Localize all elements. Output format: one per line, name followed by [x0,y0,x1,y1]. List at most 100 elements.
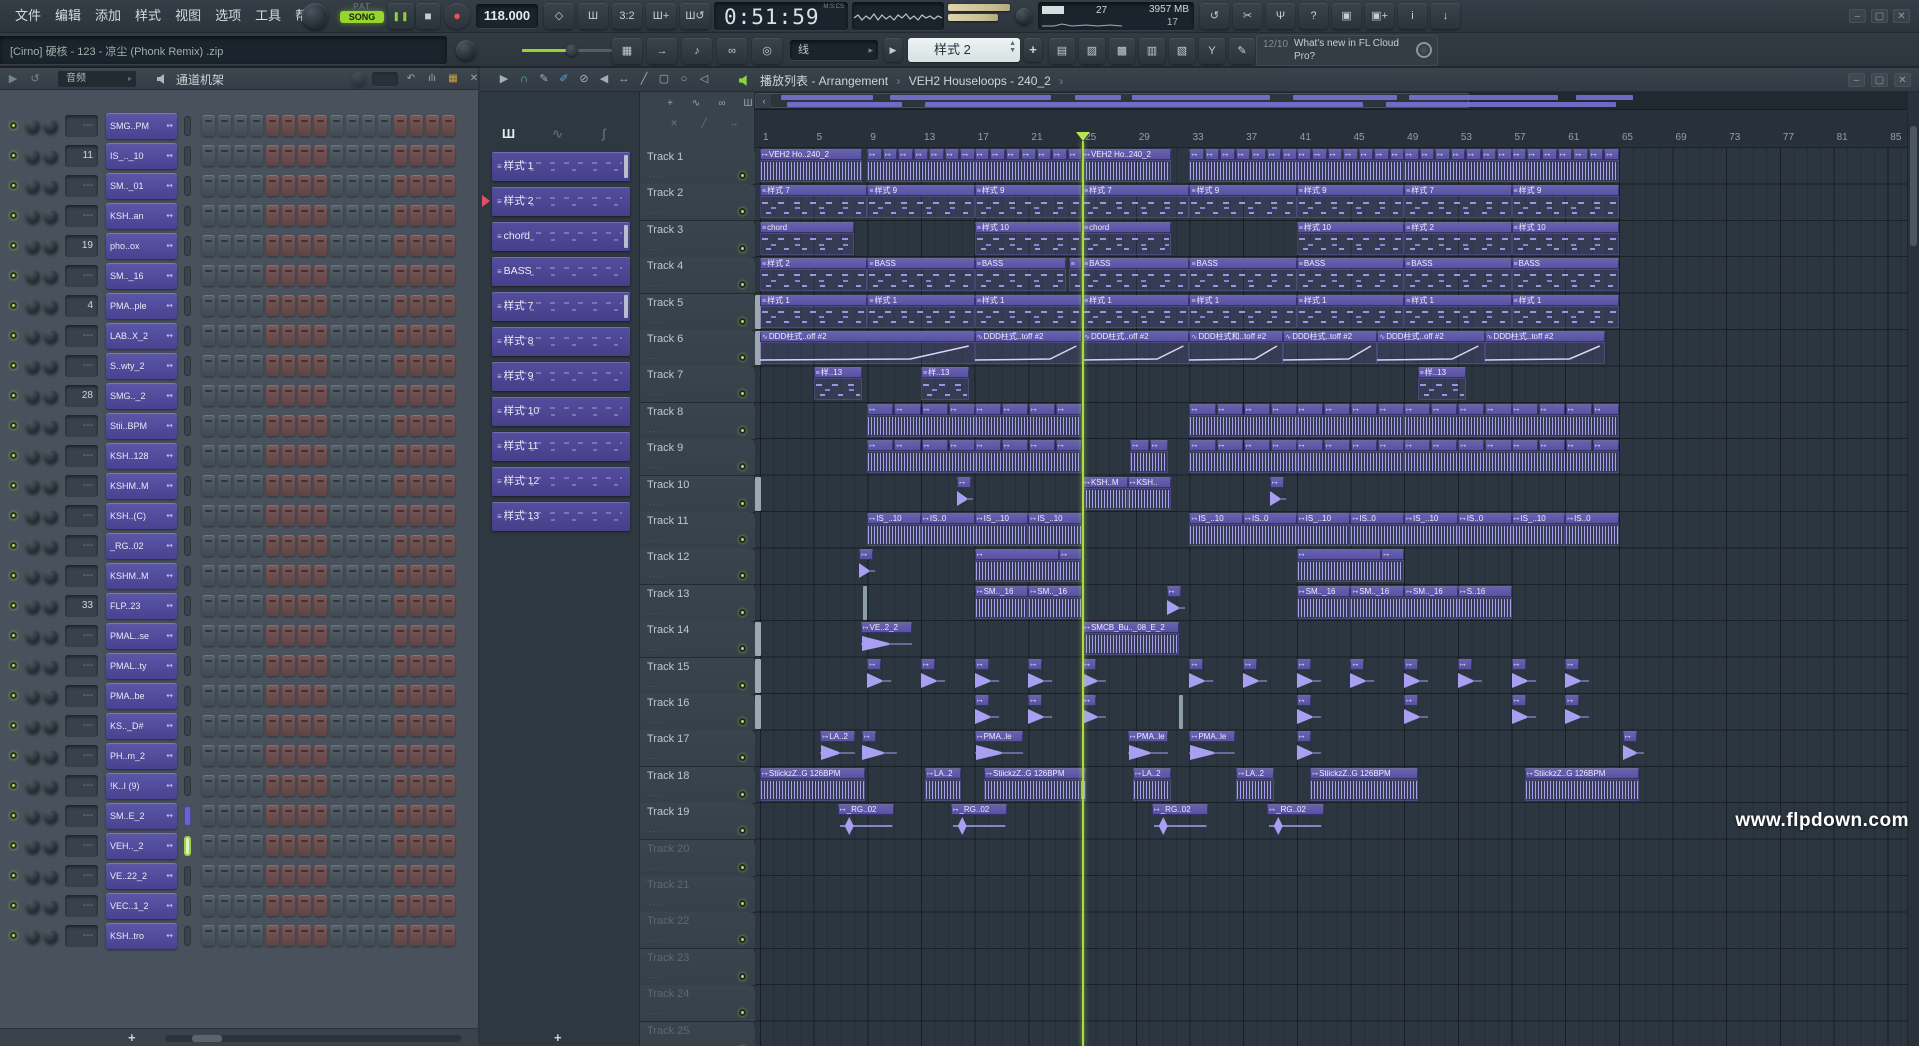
step-cell[interactable] [298,865,311,886]
step-cell[interactable] [442,565,455,586]
step-cell[interactable] [202,925,215,946]
channel-pan-knob[interactable] [26,179,40,193]
clip-header[interactable]: ↦IS..0 [1458,513,1512,524]
step-cell[interactable] [202,865,215,886]
spinner-icon[interactable]: ▲▼ [1009,40,1016,54]
step-cell[interactable] [330,895,343,916]
step-cell[interactable] [346,115,359,136]
step-cell[interactable] [202,355,215,376]
step-cell[interactable] [266,265,279,286]
clip-header[interactable]: ≡样式 9 [1297,185,1404,196]
channel-volume-knob[interactable] [44,509,58,523]
channel-number-badge[interactable]: --- [65,685,98,707]
step-cell[interactable] [394,745,407,766]
clip-header[interactable]: ↦ [1565,659,1579,670]
step-cell[interactable] [314,685,327,706]
channel-number-badge[interactable]: --- [65,115,98,137]
clip-header[interactable]: ↦ [1404,404,1430,415]
step-cell[interactable] [250,295,263,316]
step-cell[interactable] [410,205,423,226]
clip-IS_..10[interactable]: ↦IS_..10 [1028,513,1082,547]
channel-button-SMG.._2[interactable]: SMG.._2↭ [106,383,177,409]
channel-volume-knob[interactable] [44,419,58,433]
step-cell[interactable] [266,385,279,406]
pattern-item-chord[interactable]: ≡chord [492,222,630,251]
step-cell[interactable] [218,295,231,316]
clip-IS..0[interactable]: ↦IS..0 [921,513,975,547]
typing-piano-icon[interactable]: Ш [578,3,608,29]
step-cell[interactable] [378,625,391,646]
step-cell[interactable] [330,805,343,826]
clip-header[interactable]: ↦ [1297,149,1311,160]
channel-target-selector[interactable] [184,296,191,316]
step-cell[interactable] [298,145,311,166]
step-cell[interactable] [330,595,343,616]
clip-header[interactable]: ≡BASS [1082,258,1189,269]
step-cell[interactable] [298,415,311,436]
step-cell[interactable] [426,715,439,736]
track-header-2[interactable]: Track 2··· [640,184,755,221]
channel-target-selector[interactable] [184,686,191,706]
step-cell[interactable] [362,925,375,946]
step-cell[interactable] [202,655,215,676]
clip-header[interactable]: ∿DDD柱式..toff #2 [975,331,1082,342]
clip-blip[interactable]: ↦ [975,695,999,729]
clip-样..13[interactable]: ≡样..13 [921,367,969,401]
step-cell[interactable] [202,295,215,316]
step-cell[interactable] [378,415,391,436]
step-cell[interactable] [234,595,247,616]
clip-header[interactable]: ↦ [1527,149,1541,160]
channel-pan-knob[interactable] [26,839,40,853]
menu-视图[interactable]: 视图 [168,0,208,32]
step-cell[interactable] [410,175,423,196]
record-button[interactable]: ● [444,3,470,29]
step-cell[interactable] [218,415,231,436]
clip-DDD柱式和..toff #2[interactable]: ∿DDD柱式和..toff #2 [1189,331,1283,365]
step-cell[interactable] [330,565,343,586]
clip-header[interactable]: ↦ [1267,149,1281,160]
clip-header[interactable]: ↦ [1150,440,1168,451]
clip-header[interactable]: ↦ [1029,404,1055,415]
step-cell[interactable] [314,535,327,556]
step-cell[interactable] [282,715,295,736]
clip-LA..2[interactable]: ↦LA..2 [1133,768,1171,802]
channel-volume-knob[interactable] [44,719,58,733]
step-cell[interactable] [314,595,327,616]
channel-volume-knob[interactable] [44,209,58,223]
step-cell[interactable] [426,805,439,826]
cut-small-icon[interactable]: ✕ [664,118,684,129]
step-cell[interactable] [250,805,263,826]
step-cell[interactable] [202,235,215,256]
clip-a[interactable]: ↦ [1381,549,1404,583]
step-cell[interactable] [218,445,231,466]
clip-样式 9[interactable]: ≡样式 9 [1189,185,1296,219]
track-enable-led[interactable] [739,936,746,943]
channel-number-badge[interactable]: --- [65,775,98,797]
channel-volume-knob[interactable] [44,539,58,553]
clip-blip[interactable]: ↦ [1512,695,1536,729]
paint-icon[interactable]: ✐ [554,68,574,91]
breadcrumb-root[interactable]: 播放列表 - Arrangement [760,74,888,88]
channel-enable-led[interactable] [10,272,17,279]
track-options-dots[interactable]: ··· [649,681,661,691]
track-header-4[interactable]: Track 4··· [640,257,755,294]
channel-enable-led[interactable] [10,752,17,759]
tempo-display[interactable]: 118.000 [476,4,538,28]
volume-sliders[interactable] [948,4,1014,21]
clip-header[interactable]: ≡样式 2 [760,258,867,269]
step-cell[interactable] [426,205,439,226]
step-cell[interactable] [330,835,343,856]
track-options-dots[interactable]: ··· [649,790,661,800]
clip-blip[interactable]: ↦ [1404,659,1428,693]
clip-样式 7[interactable]: ≡样式 7 [760,185,867,219]
track-enable-led[interactable] [739,864,746,871]
channel-volume-knob[interactable] [44,119,58,133]
step-cell[interactable] [346,745,359,766]
channel-enable-led[interactable] [10,422,17,429]
step-cell[interactable] [202,325,215,346]
step-cell[interactable] [298,715,311,736]
step-cell[interactable] [394,265,407,286]
step-cell[interactable] [346,835,359,856]
channel-pan-knob[interactable] [26,269,40,283]
step-cell[interactable] [250,925,263,946]
